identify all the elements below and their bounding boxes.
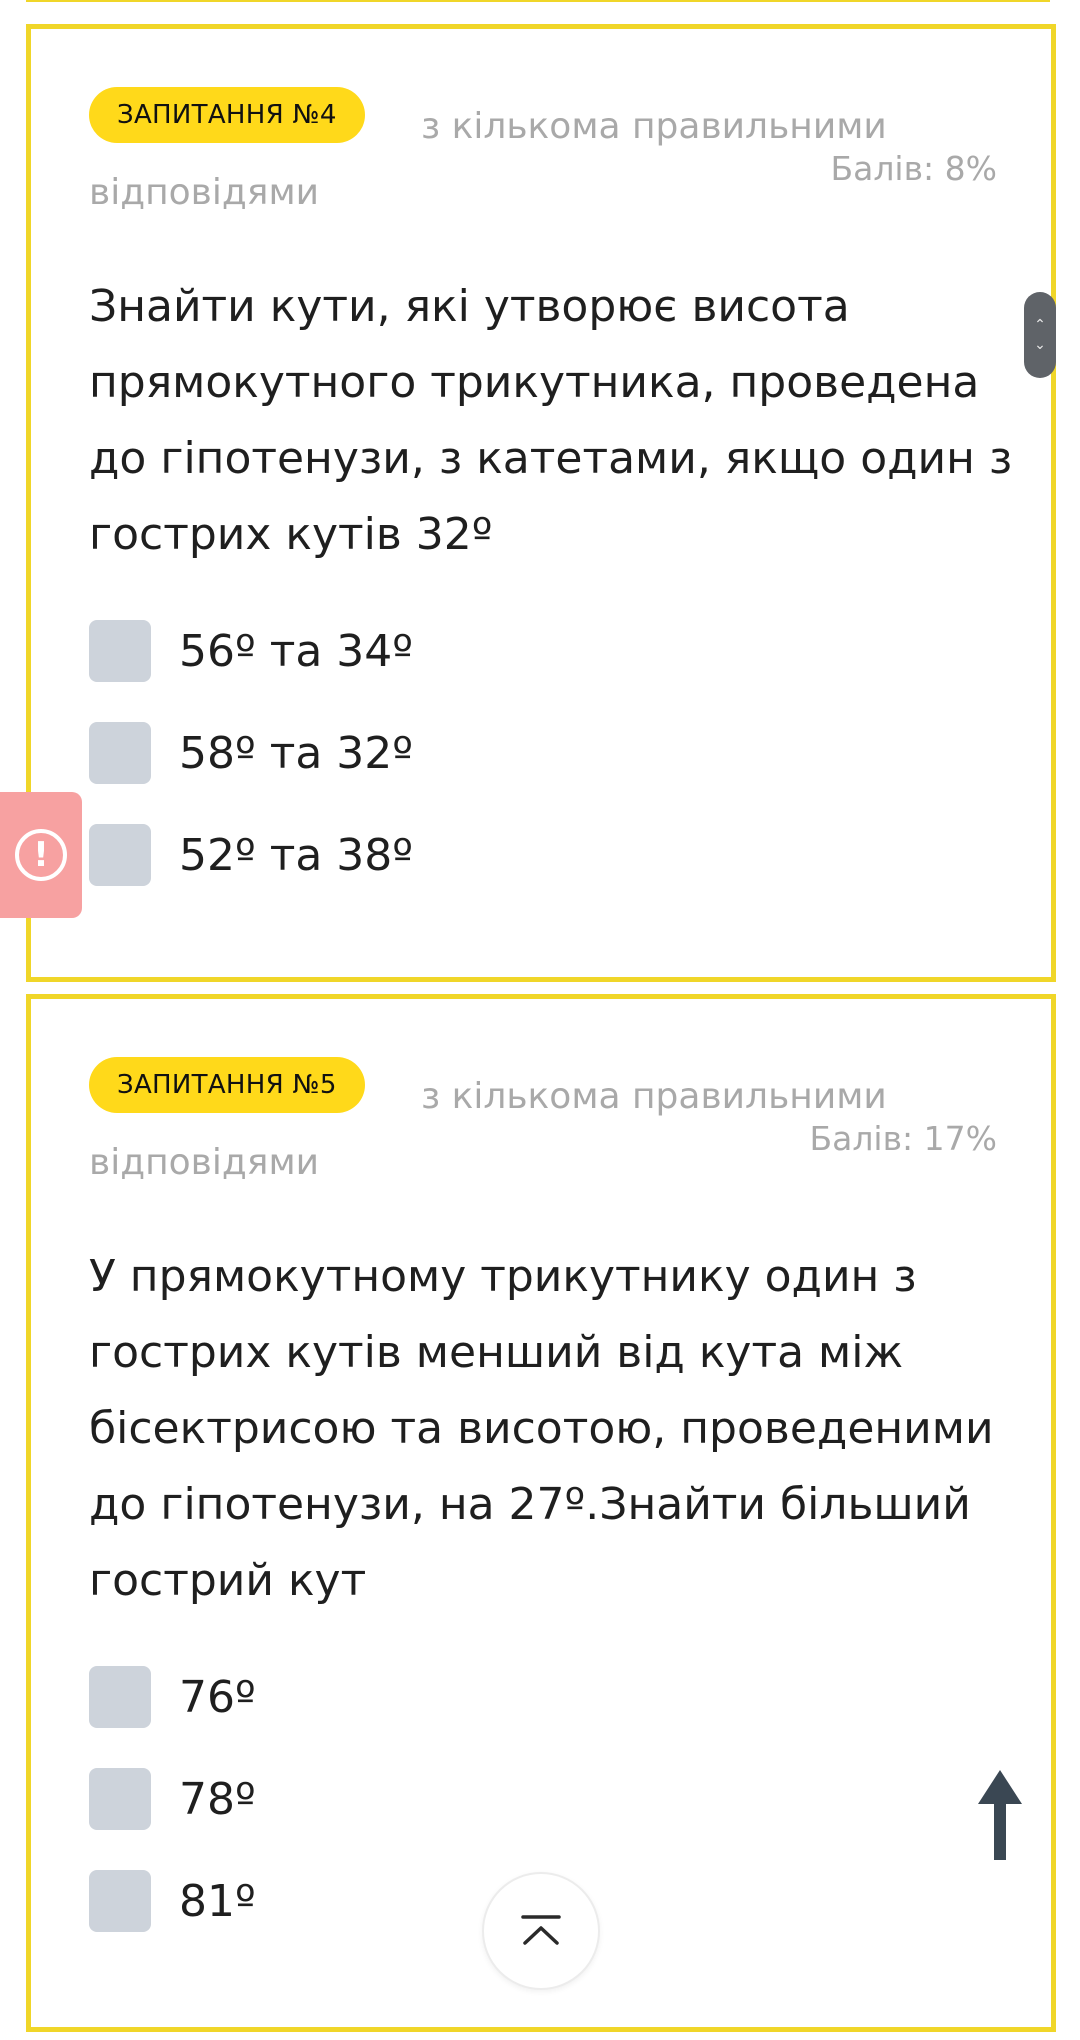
answer-checkbox[interactable] <box>89 1870 151 1932</box>
chevron-down-icon: ⌄ <box>1034 337 1046 353</box>
answer-option[interactable]: 52º та 38º <box>89 823 413 887</box>
previous-question-card-edge <box>26 0 1050 2</box>
answer-option[interactable]: 76º <box>89 1665 256 1729</box>
answer-checkbox[interactable] <box>89 722 151 784</box>
answer-checkbox[interactable] <box>89 1666 151 1728</box>
answer-label: 58º та 32º <box>179 727 414 779</box>
question-card-4: ЗАПИТАННЯ №4 з кількома правильними відп… <box>26 24 1056 982</box>
answer-label: 81º <box>179 1875 256 1927</box>
chevron-up-icon: ⌃ <box>1034 317 1046 333</box>
collapse-up-icon <box>521 1915 561 1945</box>
answer-options: 56º та 34º 58º та 32º 52º та 38º <box>89 619 413 925</box>
answer-label: 78º <box>179 1773 256 1825</box>
question-score: Балів: 8% <box>830 149 997 188</box>
answer-checkbox[interactable] <box>89 620 151 682</box>
question-text: Знайти кути, які утворює висота прямокут… <box>89 281 1013 560</box>
report-problem-tab[interactable]: ! <box>0 792 82 918</box>
answer-option[interactable]: 78º <box>89 1767 256 1831</box>
answer-label: 52º та 38º <box>179 829 414 881</box>
answer-checkbox[interactable] <box>89 1768 151 1830</box>
answer-option[interactable]: 56º та 34º <box>89 619 413 683</box>
answer-checkbox[interactable] <box>89 824 151 886</box>
question-text: У прямокутному трикутнику один з гострих… <box>89 1251 994 1606</box>
answer-option[interactable]: 58º та 32º <box>89 721 413 785</box>
fast-scroll-handle[interactable]: ⌃ ⌄ <box>1024 292 1056 378</box>
answer-label: 76º <box>179 1671 256 1723</box>
question-score: Балів: 17% <box>809 1119 997 1158</box>
quiz-page: ЗАПИТАННЯ №4 з кількома правильними відп… <box>0 0 1080 2040</box>
answer-label: 56º та 34º <box>179 625 414 677</box>
answer-options: 76º 78º 81º <box>89 1665 256 1971</box>
answer-option[interactable]: 81º <box>89 1869 256 1933</box>
arrow-up-icon[interactable] <box>976 1770 1024 1860</box>
scroll-to-top-button[interactable] <box>482 1872 600 1990</box>
exclamation-circle-icon: ! <box>15 829 67 881</box>
